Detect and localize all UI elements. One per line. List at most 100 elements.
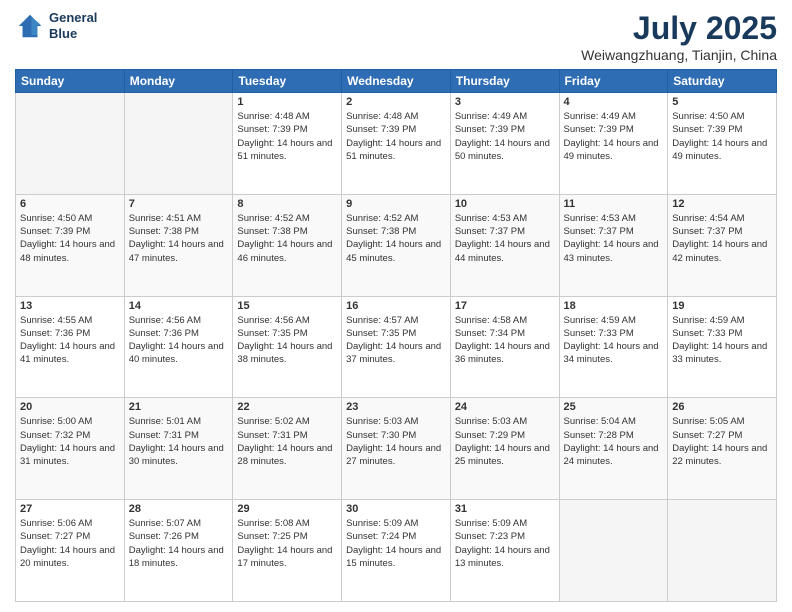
day-info: Sunrise: 4:53 AM Sunset: 7:37 PM Dayligh… <box>564 212 664 265</box>
day-number: 24 <box>455 401 555 413</box>
day-number: 21 <box>129 401 229 413</box>
day-info: Sunrise: 5:09 AM Sunset: 7:24 PM Dayligh… <box>346 517 446 570</box>
logo-text: General Blue <box>49 10 97 41</box>
day-number: 19 <box>672 300 772 312</box>
day-info: Sunrise: 4:48 AM Sunset: 7:39 PM Dayligh… <box>346 110 446 163</box>
day-info: Sunrise: 4:54 AM Sunset: 7:37 PM Dayligh… <box>672 212 772 265</box>
day-info: Sunrise: 4:49 AM Sunset: 7:39 PM Dayligh… <box>455 110 555 163</box>
calendar-cell: 30 Sunrise: 5:09 AM Sunset: 7:24 PM Dayli… <box>342 500 451 602</box>
day-info: Sunrise: 4:59 AM Sunset: 7:33 PM Dayligh… <box>564 314 664 367</box>
title-block: July 2025 Weiwangzhuang, Tianjin, China <box>581 10 777 63</box>
calendar-cell: 8 Sunrise: 4:52 AM Sunset: 7:38 PM Daylig… <box>233 194 342 296</box>
day-info: Sunrise: 4:56 AM Sunset: 7:36 PM Dayligh… <box>129 314 229 367</box>
logo: General Blue <box>15 10 97 41</box>
subtitle: Weiwangzhuang, Tianjin, China <box>581 47 777 63</box>
day-number: 30 <box>346 503 446 515</box>
calendar-cell: 25 Sunrise: 5:04 AM Sunset: 7:28 PM Dayli… <box>559 398 668 500</box>
day-number: 9 <box>346 198 446 210</box>
day-info: Sunrise: 4:57 AM Sunset: 7:35 PM Dayligh… <box>346 314 446 367</box>
calendar-cell: 10 Sunrise: 4:53 AM Sunset: 7:37 PM Dayli… <box>450 194 559 296</box>
day-number: 17 <box>455 300 555 312</box>
day-number: 8 <box>237 198 337 210</box>
calendar-table: SundayMondayTuesdayWednesdayThursdayFrid… <box>15 69 777 602</box>
calendar-cell: 19 Sunrise: 4:59 AM Sunset: 7:33 PM Dayli… <box>668 296 777 398</box>
calendar-cell: 18Sunrise: 4:59 AM Sunset: 7:33 PM Dayli… <box>559 296 668 398</box>
calendar-cell: 23 Sunrise: 5:03 AM Sunset: 7:30 PM Dayli… <box>342 398 451 500</box>
day-number: 29 <box>237 503 337 515</box>
calendar-cell: 27Sunrise: 5:06 AM Sunset: 7:27 PM Dayli… <box>16 500 125 602</box>
day-number: 20 <box>20 401 120 413</box>
day-header-sunday: Sunday <box>16 70 125 93</box>
calendar-cell: 29 Sunrise: 5:08 AM Sunset: 7:25 PM Dayli… <box>233 500 342 602</box>
day-info: Sunrise: 5:09 AM Sunset: 7:23 PM Dayligh… <box>455 517 555 570</box>
day-info: Sunrise: 4:58 AM Sunset: 7:34 PM Dayligh… <box>455 314 555 367</box>
day-number: 11 <box>564 198 664 210</box>
day-number: 31 <box>455 503 555 515</box>
calendar-cell: 7 Sunrise: 4:51 AM Sunset: 7:38 PM Daylig… <box>124 194 233 296</box>
day-number: 10 <box>455 198 555 210</box>
day-info: Sunrise: 4:55 AM Sunset: 7:36 PM Dayligh… <box>20 314 120 367</box>
day-number: 25 <box>564 401 664 413</box>
calendar-cell: 1 Sunrise: 4:48 AM Sunset: 7:39 PM Daylig… <box>233 93 342 195</box>
day-info: Sunrise: 4:49 AM Sunset: 7:39 PM Dayligh… <box>564 110 664 163</box>
day-info: Sunrise: 4:56 AM Sunset: 7:35 PM Dayligh… <box>237 314 337 367</box>
day-info: Sunrise: 4:59 AM Sunset: 7:33 PM Dayligh… <box>672 314 772 367</box>
calendar-cell: 15 Sunrise: 4:56 AM Sunset: 7:35 PM Dayli… <box>233 296 342 398</box>
day-info: Sunrise: 5:07 AM Sunset: 7:26 PM Dayligh… <box>129 517 229 570</box>
day-number: 12 <box>672 198 772 210</box>
day-info: Sunrise: 5:08 AM Sunset: 7:25 PM Dayligh… <box>237 517 337 570</box>
calendar-cell: 12 Sunrise: 4:54 AM Sunset: 7:37 PM Dayli… <box>668 194 777 296</box>
calendar-cell: 17 Sunrise: 4:58 AM Sunset: 7:34 PM Dayli… <box>450 296 559 398</box>
day-info: Sunrise: 5:00 AM Sunset: 7:32 PM Dayligh… <box>20 415 120 468</box>
day-number: 22 <box>237 401 337 413</box>
day-info: Sunrise: 5:05 AM Sunset: 7:27 PM Dayligh… <box>672 415 772 468</box>
main-title: July 2025 <box>581 10 777 47</box>
calendar-cell <box>16 93 125 195</box>
day-header-thursday: Thursday <box>450 70 559 93</box>
day-number: 26 <box>672 401 772 413</box>
calendar-cell: 13 Sunrise: 4:55 AM Sunset: 7:36 PM Dayli… <box>16 296 125 398</box>
calendar-cell: 11 Sunrise: 4:53 AM Sunset: 7:37 PM Dayli… <box>559 194 668 296</box>
calendar-cell: 16 Sunrise: 4:57 AM Sunset: 7:35 PM Dayli… <box>342 296 451 398</box>
logo-icon <box>15 11 45 41</box>
day-info: Sunrise: 4:51 AM Sunset: 7:38 PM Dayligh… <box>129 212 229 265</box>
day-info: Sunrise: 4:53 AM Sunset: 7:37 PM Dayligh… <box>455 212 555 265</box>
calendar-cell: 22 Sunrise: 5:02 AM Sunset: 7:31 PM Dayli… <box>233 398 342 500</box>
day-info: Sunrise: 5:02 AM Sunset: 7:31 PM Dayligh… <box>237 415 337 468</box>
day-number: 1 <box>237 96 337 108</box>
day-info: Sunrise: 4:50 AM Sunset: 7:39 PM Dayligh… <box>20 212 120 265</box>
calendar-cell: 6 Sunrise: 4:50 AM Sunset: 7:39 PM Daylig… <box>16 194 125 296</box>
day-info: Sunrise: 5:06 AM Sunset: 7:27 PM Dayligh… <box>20 517 120 570</box>
day-info: Sunrise: 4:48 AM Sunset: 7:39 PM Dayligh… <box>237 110 337 163</box>
calendar-cell <box>668 500 777 602</box>
calendar-cell: 24Sunrise: 5:03 AM Sunset: 7:29 PM Dayli… <box>450 398 559 500</box>
day-number: 15 <box>237 300 337 312</box>
day-number: 4 <box>564 96 664 108</box>
day-number: 3 <box>455 96 555 108</box>
page: General Blue July 2025 Weiwangzhuang, Ti… <box>0 0 792 612</box>
header: General Blue July 2025 Weiwangzhuang, Ti… <box>15 10 777 63</box>
day-info: Sunrise: 5:04 AM Sunset: 7:28 PM Dayligh… <box>564 415 664 468</box>
day-number: 7 <box>129 198 229 210</box>
day-number: 2 <box>346 96 446 108</box>
day-number: 16 <box>346 300 446 312</box>
calendar-cell: 9 Sunrise: 4:52 AM Sunset: 7:38 PM Daylig… <box>342 194 451 296</box>
calendar-cell: 4 Sunrise: 4:49 AM Sunset: 7:39 PM Daylig… <box>559 93 668 195</box>
day-number: 23 <box>346 401 446 413</box>
calendar-cell: 31 Sunrise: 5:09 AM Sunset: 7:23 PM Dayli… <box>450 500 559 602</box>
day-info: Sunrise: 5:03 AM Sunset: 7:30 PM Dayligh… <box>346 415 446 468</box>
calendar-cell: 14Sunrise: 4:56 AM Sunset: 7:36 PM Dayli… <box>124 296 233 398</box>
day-number: 5 <box>672 96 772 108</box>
day-info: Sunrise: 5:01 AM Sunset: 7:31 PM Dayligh… <box>129 415 229 468</box>
calendar-cell: 3 Sunrise: 4:49 AM Sunset: 7:39 PM Daylig… <box>450 93 559 195</box>
day-info: Sunrise: 4:52 AM Sunset: 7:38 PM Dayligh… <box>346 212 446 265</box>
calendar-cell: 21 Sunrise: 5:01 AM Sunset: 7:31 PM Dayli… <box>124 398 233 500</box>
day-info: Sunrise: 4:52 AM Sunset: 7:38 PM Dayligh… <box>237 212 337 265</box>
calendar-cell <box>124 93 233 195</box>
day-header-friday: Friday <box>559 70 668 93</box>
day-number: 13 <box>20 300 120 312</box>
day-info: Sunrise: 4:50 AM Sunset: 7:39 PM Dayligh… <box>672 110 772 163</box>
calendar-cell <box>559 500 668 602</box>
calendar-cell: 20 Sunrise: 5:00 AM Sunset: 7:32 PM Dayli… <box>16 398 125 500</box>
day-number: 6 <box>20 198 120 210</box>
